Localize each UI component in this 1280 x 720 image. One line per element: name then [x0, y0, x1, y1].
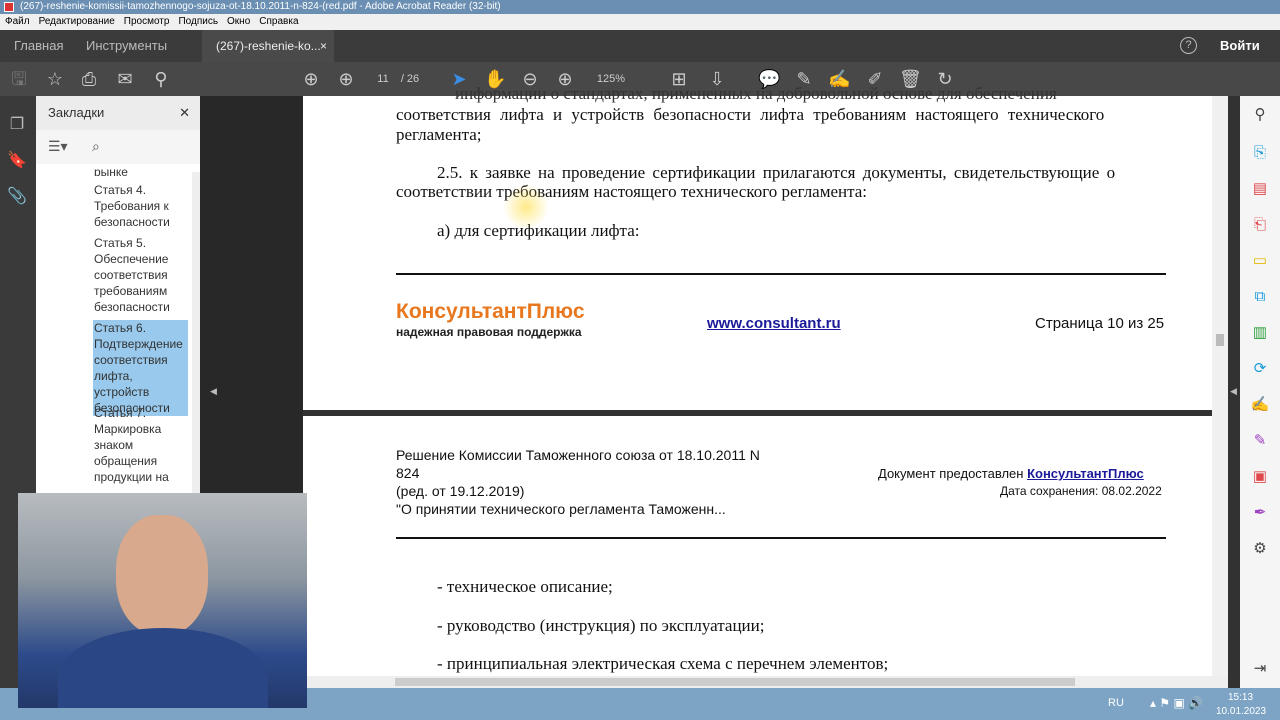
divider — [396, 273, 1166, 275]
consultant-logo: КонсультантПлюс — [396, 300, 585, 323]
cursor-highlight — [503, 184, 549, 230]
create-pdf-icon[interactable]: ⎗ — [1249, 214, 1271, 236]
language-indicator[interactable]: RU — [1108, 697, 1124, 709]
page-total: / 26 — [400, 73, 420, 85]
consultant-link[interactable]: www.consultant.ru — [707, 315, 841, 332]
send-icon[interactable]: ⟳ — [1249, 358, 1271, 380]
doc-header: (ред. от 19.12.2019) — [396, 483, 525, 499]
presenter-face — [116, 515, 208, 635]
find-bookmark-icon[interactable]: ⌕ — [92, 138, 100, 155]
compress-icon[interactable]: ▥ — [1249, 322, 1271, 344]
options-icon[interactable]: ☰▾ — [48, 138, 68, 155]
text-line: соответствия лифта и устройств безопасно… — [396, 105, 1105, 124]
slogan: надежная правовая поддержка — [396, 325, 582, 339]
pdf-page-10: информации о стандартах, примененных на … — [303, 84, 1212, 410]
tools-pane: ⚲ ⎘ ▤ ⎗ ▭ ⧉ ▥ ⟳ ✍ ✎ ▣ ✒ ⚙ ⇥ — [1240, 96, 1280, 688]
print-icon[interactable]: ⎙ — [78, 68, 100, 90]
list-item: - руководство (инструкция) по эксплуатац… — [437, 616, 765, 635]
menu-edit[interactable]: Редактирование — [39, 16, 115, 27]
acrobat-icon — [4, 2, 14, 12]
protect-icon[interactable]: ▣ — [1249, 466, 1271, 488]
attachments-icon[interactable]: 📎 — [6, 186, 28, 208]
bookmark-item-selected[interactable]: Статья 6. Подтверждение соответствия лиф… — [93, 320, 188, 416]
tray-icons[interactable]: ▴ ⚑ ▣ 🔊 — [1150, 696, 1203, 710]
bookmarks-title: Закладки — [48, 105, 105, 120]
search-icon[interactable]: ⚲ — [150, 68, 172, 90]
save-date: Дата сохранения: 08.02.2022 — [1000, 484, 1162, 498]
next-page-icon[interactable]: ⊕ — [335, 68, 357, 90]
menu-view[interactable]: Просмотр — [124, 16, 170, 27]
title-bar: (267)-reshenie-komissii-tamozhennogo-soj… — [0, 0, 1280, 14]
edit-pdf-icon[interactable]: ✎ — [1249, 430, 1271, 452]
menu-sign[interactable]: Подпись — [178, 16, 218, 27]
expand-pane-icon[interactable]: ⇥ — [1249, 658, 1271, 680]
text-line: 2.5. к заявке на проведение сертификации… — [437, 163, 1116, 182]
list-item: - техническое описание; — [437, 577, 613, 596]
pages-icon[interactable]: ❐ — [6, 114, 28, 136]
text-line: соответствии требованиям настоящего техн… — [396, 182, 868, 201]
bookmark-item[interactable]: Статья 4. Требования к безопасности — [58, 182, 188, 230]
pdf-page-11: Решение Комиссии Таможенного союза от 18… — [303, 416, 1212, 680]
bookmarks-icon[interactable]: 🔖 — [6, 150, 28, 172]
close-tab-icon[interactable]: × — [320, 30, 327, 62]
save-icon[interactable]: 🖫 — [8, 68, 30, 90]
organize-pages-icon[interactable]: ▤ — [1249, 178, 1271, 200]
login-button[interactable]: Войти — [1220, 30, 1260, 62]
help-icon[interactable]: ? — [1180, 37, 1197, 54]
doc-header: Решение Комиссии Таможенного союза от 18… — [396, 447, 760, 463]
combine-icon[interactable]: ⧉ — [1249, 286, 1271, 308]
page-number-input[interactable]: 11 — [372, 68, 394, 90]
page-info: Страница 10 из 25 — [1035, 315, 1165, 332]
email-icon[interactable]: ✉ — [114, 68, 136, 90]
text-line: регламента; — [396, 125, 482, 144]
menu-bar: Файл Редактирование Просмотр Подпись Окно Спр… — [0, 14, 1280, 30]
presenter-shirt — [58, 628, 268, 708]
more-tools-icon[interactable]: ⚙ — [1249, 538, 1271, 560]
bookmark-item[interactable]: рынке — [58, 164, 188, 176]
comment-tool-icon[interactable]: ▭ — [1249, 250, 1271, 272]
text-line: информации о стандартах, примененных на … — [455, 84, 1057, 103]
webcam-overlay — [18, 493, 307, 708]
clock-time: 15:13 — [1228, 692, 1254, 703]
prev-page-icon[interactable]: ⊕ — [300, 68, 322, 90]
zoom-tool-icon[interactable]: ⚲ — [1249, 104, 1271, 126]
menu-window[interactable]: Окно — [227, 16, 250, 27]
tab-tools[interactable]: Инструменты — [86, 30, 167, 62]
provided-by: Документ предоставлен КонсультантПлюс — [878, 466, 1144, 481]
window-title: (267)-reshenie-komissii-tamozhennogo-soj… — [20, 1, 501, 12]
bookmark-item[interactable]: Статья 5. Обеспечение соответствия требо… — [58, 235, 188, 315]
close-panel-icon[interactable]: ✕ — [179, 96, 190, 130]
tab-home[interactable]: Главная — [14, 30, 63, 62]
sign-tool-icon[interactable]: ✒ — [1249, 502, 1271, 524]
tab-document-label: (267)-reshenie-ko... — [216, 39, 321, 53]
doc-header: 824 — [396, 465, 420, 481]
doc-header: "О принятии технического регламента Тамо… — [396, 501, 726, 517]
vertical-scrollbar[interactable] — [1212, 96, 1228, 680]
collapse-tools-icon[interactable]: ◀ — [1230, 386, 1237, 397]
bookmark-star-icon[interactable]: ☆ — [44, 68, 66, 90]
fill-sign-icon[interactable]: ✍ — [1249, 394, 1271, 416]
clock-date: 10.01.2023 — [1216, 706, 1267, 717]
tab-bar: Главная Инструменты (267)-reshenie-ko...… — [0, 30, 1280, 62]
list-item: - принципиальная электрическая схема с п… — [437, 654, 889, 673]
export-pdf-icon[interactable]: ⎘ — [1249, 142, 1271, 164]
divider — [396, 537, 1166, 539]
provider-link[interactable]: КонсультантПлюс — [1027, 466, 1144, 481]
bookmark-item[interactable]: Статья 7. Маркировка знаком обращения пр… — [58, 405, 188, 485]
menu-help[interactable]: Справка — [259, 16, 298, 27]
menu-file[interactable]: Файл — [5, 16, 30, 27]
collapse-panel-icon[interactable]: ◀ — [210, 386, 217, 397]
horizontal-scrollbar[interactable] — [303, 676, 1228, 688]
tab-document[interactable]: (267)-reshenie-ko... × — [202, 30, 334, 62]
